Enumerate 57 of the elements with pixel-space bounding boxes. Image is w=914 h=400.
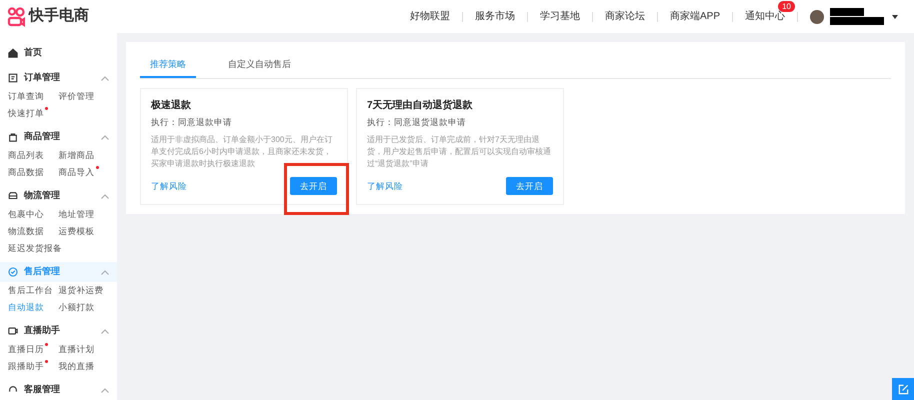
card-description: 适用于非虚拟商品、订单金额小于300元、用户在订单支付完成后6小时内申请退款，且商家还未发货，买家申请退款时执行极速退款 bbox=[151, 134, 334, 170]
chevron-up-icon bbox=[101, 388, 109, 392]
sidebar-link[interactable]: 物流数据 bbox=[8, 225, 44, 238]
sidebar-link[interactable]: 包裹中心 bbox=[8, 208, 44, 221]
sidebar-group-header[interactable]: 订单管理 bbox=[0, 68, 117, 88]
nav-link[interactable]: 服务市场 bbox=[474, 9, 515, 24]
sidebar-link[interactable]: 评价管理 bbox=[58, 90, 94, 103]
sidebar-link[interactable]: 商品导入 bbox=[58, 166, 94, 179]
logo-icon bbox=[7, 6, 25, 26]
card-title: 极速退款 bbox=[151, 98, 192, 113]
sidebar-group-header[interactable]: 客服管理 bbox=[0, 380, 117, 400]
sidebar-link[interactable]: 小额打款 bbox=[58, 301, 94, 314]
card-title: 7天无理由自动退货退款 bbox=[367, 98, 474, 113]
chevron-up-icon bbox=[101, 328, 109, 334]
check-circle-icon bbox=[8, 267, 18, 277]
nav-link[interactable]: 好物联盟 bbox=[410, 9, 450, 24]
video-icon bbox=[8, 326, 18, 336]
sidebar-link[interactable]: 退货补运费 bbox=[58, 284, 104, 297]
chevron-up-icon bbox=[101, 76, 109, 80]
notification-badge: 10 bbox=[778, 1, 795, 12]
sidebar-group-header[interactable]: 物流管理 bbox=[0, 186, 117, 206]
home-icon bbox=[8, 48, 18, 58]
sidebar-link[interactable]: 跟播助手 bbox=[8, 360, 44, 373]
sidebar-link[interactable]: 我的直播 bbox=[58, 360, 94, 373]
tab[interactable]: 自定义自动售后 bbox=[218, 54, 301, 78]
card-description: 适用于已发货后、订单完成前，针对7天无理由退货，用户发起售后申请，配置后可以实现自动审核通过“退货退款”申请 bbox=[367, 134, 552, 170]
sidebar-link[interactable]: 运费模板 bbox=[58, 225, 94, 238]
nav-link[interactable]: 学习基地 bbox=[540, 9, 580, 24]
sidebar-link[interactable]: 商品数据 bbox=[8, 166, 44, 179]
sidebar-link[interactable]: 售后工作台 bbox=[8, 284, 53, 297]
sidebar-link[interactable]: 延迟发货报备 bbox=[8, 242, 62, 255]
chevron-up-icon bbox=[101, 270, 109, 274]
sidebar-link[interactable]: 地址管理 bbox=[58, 208, 94, 221]
sidebar-link[interactable]: 订单查询 bbox=[8, 90, 44, 103]
caret-icon[interactable] bbox=[892, 14, 898, 18]
nav-link[interactable]: 通知中心 bbox=[745, 9, 785, 24]
sidebar-group-header[interactable]: 直播助手 bbox=[0, 321, 117, 341]
card-action: 执行：同意退款申请 bbox=[151, 116, 233, 129]
chevron-up-icon bbox=[101, 194, 109, 198]
bag-icon bbox=[8, 132, 18, 142]
sidebar-link[interactable]: 新增商品 bbox=[58, 149, 94, 162]
nav-link[interactable]: 商家论坛 bbox=[604, 9, 645, 24]
document-icon bbox=[8, 73, 18, 83]
sidebar-link[interactable]: 商品列表 bbox=[8, 149, 44, 162]
chevron-up-icon bbox=[101, 134, 109, 140]
sidebar-link[interactable]: 快速打单 bbox=[8, 107, 44, 120]
sidebar-link[interactable]: 直播计划 bbox=[58, 343, 94, 356]
edit-button[interactable] bbox=[892, 378, 914, 400]
nav-link[interactable]: 商家端APP bbox=[670, 9, 720, 24]
logo-text: 快手电商 bbox=[29, 6, 89, 26]
car-icon bbox=[8, 191, 18, 201]
sidebar-item[interactable]: 首页 bbox=[0, 45, 117, 61]
sidebar-link[interactable]: 直播日历 bbox=[8, 343, 44, 356]
edit-icon bbox=[898, 384, 908, 394]
avatar[interactable] bbox=[810, 10, 824, 24]
card-action: 执行：同意退货退款申请 bbox=[367, 116, 467, 129]
sidebar-group-header[interactable]: 商品管理 bbox=[0, 127, 117, 147]
